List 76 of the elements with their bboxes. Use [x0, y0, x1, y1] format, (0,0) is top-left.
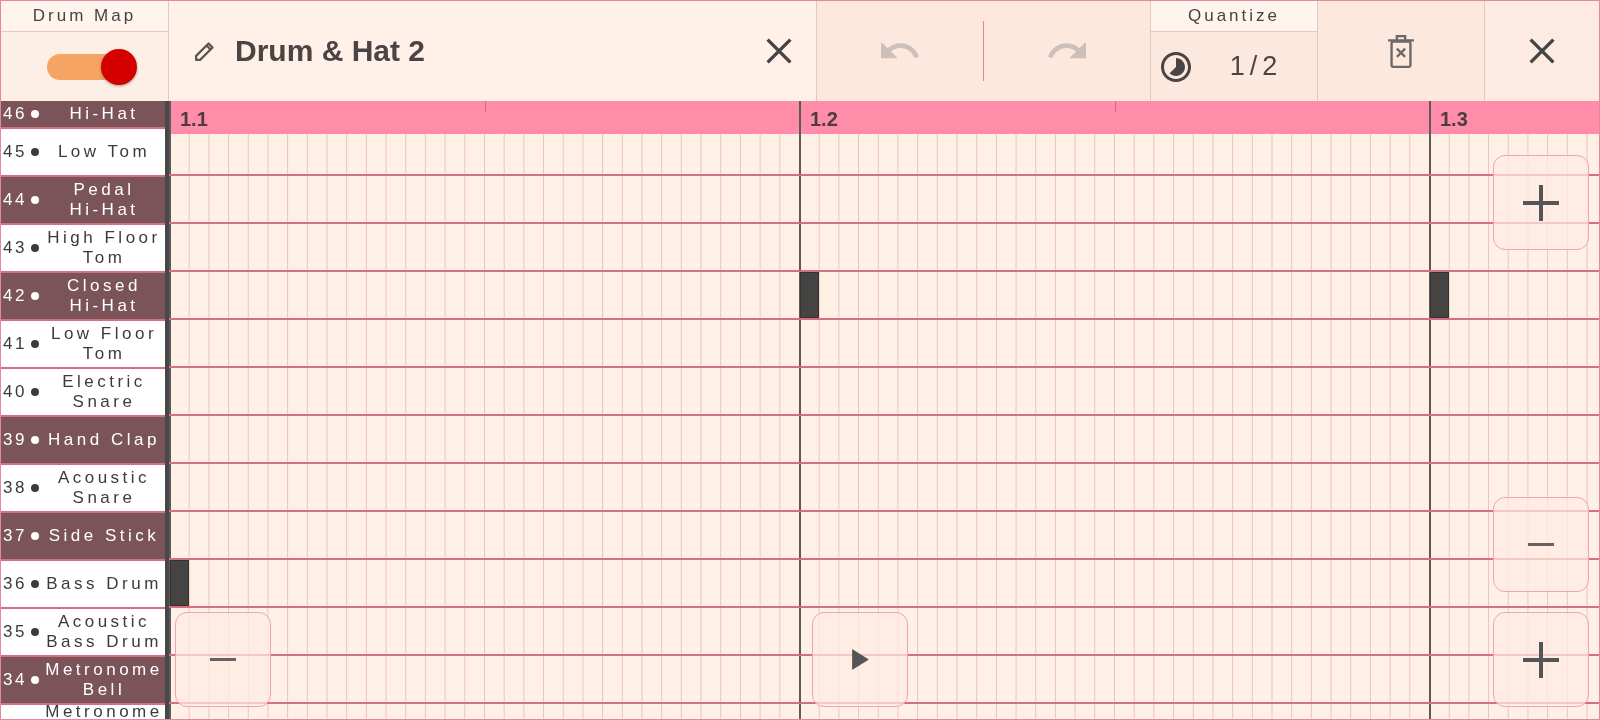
dot-icon	[31, 340, 39, 348]
close-icon	[1529, 38, 1555, 64]
drum-key[interactable]: 42 Closed Hi-Hat	[1, 273, 165, 321]
key-number: 38	[3, 478, 28, 498]
key-name: Acoustic Snare	[56, 468, 152, 508]
key-number: 34	[3, 670, 28, 690]
dot-icon	[31, 148, 39, 156]
key-number: 42	[3, 286, 28, 306]
drum-map-switch[interactable]	[47, 48, 137, 85]
beat-label: 1.3	[1440, 108, 1468, 131]
dot-icon	[31, 436, 39, 444]
drum-key[interactable]: 37 Side Stick	[1, 513, 165, 561]
key-name: Closed Hi-Hat	[66, 276, 142, 316]
note-block[interactable]	[1430, 272, 1449, 318]
key-number: 39	[3, 430, 28, 450]
plus-icon	[1523, 641, 1559, 678]
quantize-label: Quantize	[1187, 6, 1280, 26]
key-name: High Floor Tom	[46, 228, 162, 268]
dot-icon	[31, 244, 39, 252]
pencil-icon[interactable]	[195, 41, 215, 61]
key-number: 36	[3, 574, 28, 594]
key-number: 43	[3, 238, 28, 258]
key-name: Low Tom	[56, 142, 152, 162]
pattern-title: Drum & Hat 2	[235, 34, 426, 68]
note-grid[interactable]	[169, 134, 1599, 719]
drum-map-label: Drum Map	[32, 6, 137, 26]
key-number: 40	[3, 382, 28, 402]
dot-icon	[31, 580, 39, 588]
note-block[interactable]	[800, 272, 819, 318]
beat-label: 1.1	[180, 108, 208, 131]
dot-icon	[31, 484, 39, 492]
drum-key[interactable]: 34 Metronome Bell	[1, 657, 165, 705]
dot-icon	[31, 388, 39, 396]
key-name: Acoustic Bass Drum	[45, 612, 163, 652]
dial-icon	[1161, 51, 1191, 82]
plus-button[interactable]	[1493, 612, 1589, 707]
key-name: Side Stick	[47, 526, 161, 546]
minus-icon	[1528, 543, 1554, 546]
key-name: Metronome Bell	[44, 660, 164, 700]
close-icon	[766, 38, 792, 64]
key-name: Hi-Hat	[68, 104, 140, 124]
play-button[interactable]	[812, 612, 908, 707]
dot-icon	[31, 628, 39, 636]
dot-icon	[31, 196, 39, 204]
redo-icon	[1048, 42, 1086, 60]
minus-button[interactable]	[1493, 497, 1589, 592]
beat-label: 1.2	[810, 108, 838, 131]
dot-icon	[31, 532, 39, 540]
key-name: Pedal Hi-Hat	[68, 180, 140, 220]
key-name: Metronome	[44, 705, 164, 719]
dot-icon	[31, 292, 39, 300]
play-icon	[851, 649, 869, 670]
timeline-ruler[interactable]: 1.1 1.2 1.3	[169, 101, 1599, 134]
drum-key[interactable]: 44 Pedal Hi-Hat	[1, 177, 165, 225]
minus-icon	[210, 658, 236, 661]
key-number: 46	[3, 104, 28, 124]
key-number: 44	[3, 190, 28, 210]
key-number: 41	[3, 334, 28, 354]
trash-icon	[1388, 34, 1414, 68]
key-number: 45	[3, 142, 28, 162]
key-number: 37	[3, 526, 28, 546]
dot-icon	[31, 110, 39, 118]
minus-button[interactable]	[175, 612, 271, 707]
key-name: Low Floor Tom	[49, 324, 159, 364]
undo-icon	[881, 42, 919, 60]
drum-key[interactable]: 46 Hi-Hat	[1, 101, 165, 129]
note-block[interactable]	[170, 560, 189, 606]
plus-icon	[1523, 184, 1559, 221]
key-name: Electric Snare	[61, 372, 147, 412]
dot-icon	[31, 676, 39, 684]
key-name: Hand Clap	[47, 430, 161, 450]
drum-key[interactable]: 39 Hand Clap	[1, 417, 165, 465]
key-number: 35	[3, 622, 28, 642]
plus-button[interactable]	[1493, 155, 1589, 250]
key-name: Bass Drum	[45, 574, 163, 594]
quantize-button[interactable]: 1/2	[1151, 32, 1317, 101]
